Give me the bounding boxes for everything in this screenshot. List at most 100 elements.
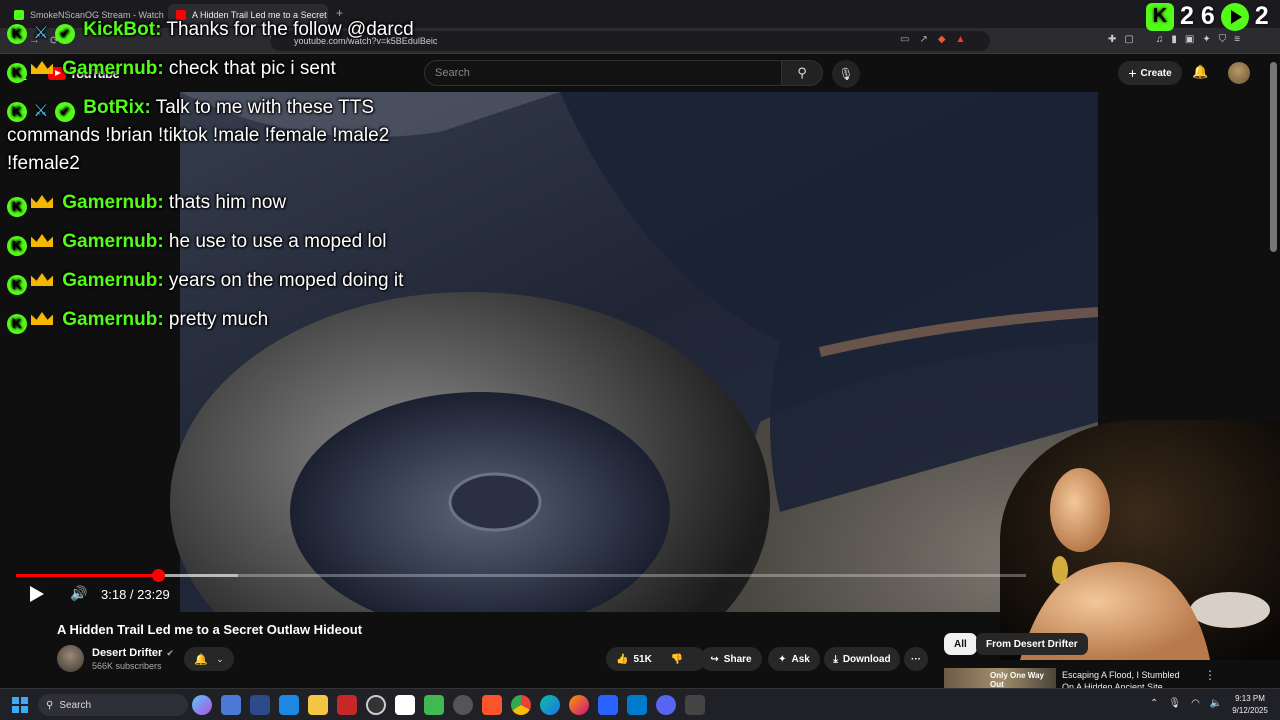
share-button[interactable]: ↪ Share (700, 647, 762, 671)
chat-username[interactable]: Gamernub (62, 270, 157, 291)
brave-icon[interactable] (482, 695, 502, 715)
crown-badge-icon (30, 57, 54, 77)
volume-icon[interactable]: 🔊 (70, 585, 87, 602)
cast-icon[interactable]: ▭ (900, 34, 909, 45)
search-icon: ⚲ (797, 65, 807, 80)
follower-counter: 2 6 (1180, 2, 1215, 30)
wallet-icon[interactable]: ▣ (1185, 34, 1194, 45)
chip-from-channel[interactable]: From Desert Drifter (976, 633, 1088, 655)
channel-name[interactable]: Desert Drifter ✔ (92, 647, 174, 659)
seek-bar[interactable] (16, 569, 1026, 582)
plus-icon: + (1128, 65, 1137, 81)
leo-icon[interactable]: ✦ (1202, 34, 1210, 45)
search-button[interactable]: ⚲ (781, 60, 823, 86)
brave-shield-icon[interactable]: ◆ (938, 34, 946, 45)
speedometer-icon[interactable] (366, 695, 386, 715)
wifi-icon[interactable]: ◠ (1191, 698, 1200, 709)
window-icon[interactable]: ▢ (1124, 34, 1133, 45)
account-avatar[interactable] (1228, 62, 1250, 84)
subscriber-count: 566K subscribers (92, 661, 162, 671)
like-button[interactable]: 👍 51K (616, 654, 652, 665)
chat-username[interactable]: Gamernub (62, 309, 157, 330)
capcut-icon[interactable] (395, 695, 415, 715)
dislike-button[interactable]: 👎 (671, 654, 683, 665)
time-display: 3:18 / 23:29 (101, 587, 170, 602)
chat-message: K Gamernub: check that pic i sent (7, 55, 427, 83)
video-title: A Hidden Trail Led me to a Secret Outlaw… (57, 622, 363, 637)
address-actions: ▭ ↗ ◆ ▲ (900, 34, 965, 45)
firefox-icon[interactable] (569, 695, 589, 715)
edge-icon[interactable] (540, 695, 560, 715)
chatgpt-icon[interactable] (685, 695, 705, 715)
taskbar-clock[interactable]: 9:13 PM 9/12/2025 (1226, 693, 1274, 717)
sidebar-icon[interactable]: ▮ (1171, 34, 1177, 45)
subscription-bell-button[interactable]: 🔔 ⌄ (184, 647, 234, 671)
channel-name-text: Desert Drifter (92, 647, 163, 659)
kick-logo-icon: K (1146, 2, 1174, 31)
page-scrollbar[interactable] (1270, 62, 1277, 252)
copilot-icon[interactable] (192, 695, 212, 715)
download-icon: ⤓ (833, 653, 838, 665)
chat-overlay: K ⚔ ✔ KickBot: Thanks for the follow @darc… (7, 16, 427, 334)
kick-badge-icon: K (7, 24, 27, 44)
music-icon[interactable]: ♫ (1156, 34, 1164, 45)
share-label: Share (723, 653, 752, 665)
meeting-icon[interactable] (598, 695, 618, 715)
extension-icons: ✚ ▢ ♫ ▮ ▣ ✦ ⛉ ≡ (1108, 34, 1240, 45)
search-input[interactable]: Search (424, 60, 782, 86)
taskbar-search-label: Search (59, 699, 92, 711)
kick-badge-icon: K (7, 236, 27, 256)
remote-icon[interactable] (279, 695, 299, 715)
download-button[interactable]: ⤓ Download (824, 647, 900, 671)
chat-message: K Gamernub: he use to use a moped lol (7, 228, 427, 256)
settings-gear-icon[interactable] (453, 695, 473, 715)
windows-taskbar: ⚲ Search ⌃ 🎙 ◠ 🔈 9:13 PM 9/12/2025 (0, 688, 1280, 720)
notifications-bell-icon[interactable]: 🔔 (1192, 64, 1208, 80)
create-button[interactable]: + Create (1118, 61, 1182, 85)
network-tool-icon[interactable] (221, 695, 241, 715)
discord-icon[interactable] (656, 695, 676, 715)
vpn-icon[interactable]: ⛉ (1219, 34, 1227, 45)
kick-badge-icon: K (7, 275, 27, 295)
share-page-icon[interactable]: ↗ (919, 34, 927, 45)
game-icon[interactable] (250, 695, 270, 715)
kick-badge-icon: K (7, 102, 27, 122)
chat-text: check that pic i sent (168, 58, 336, 79)
play-button[interactable] (30, 586, 44, 602)
mic-tray-icon[interactable]: 🎙 (1168, 698, 1181, 709)
chat-text: pretty much (168, 309, 269, 330)
kick-badge-icon: K (7, 197, 27, 217)
channel-avatar[interactable] (57, 645, 84, 672)
menu-icon[interactable]: ≡ (1234, 34, 1240, 45)
speaker-icon[interactable]: 🔈 (1210, 698, 1222, 709)
puzzle-icon[interactable]: ✚ (1108, 34, 1116, 45)
chat-message: K ⚔ ✔ KickBot: Thanks for the follow @darc… (7, 16, 427, 44)
more-actions-button[interactable]: ··· (904, 647, 928, 671)
chip-all[interactable]: All (944, 633, 977, 655)
windows-start-icon[interactable] (12, 697, 28, 713)
chrome-icon[interactable] (511, 695, 531, 715)
webcam-overlay (1000, 420, 1280, 660)
crown-badge-icon (30, 308, 54, 328)
chat-username[interactable]: Gamernub (62, 192, 157, 213)
thumbnail-text: Only One Way Out (990, 671, 1044, 688)
chat-username[interactable]: Gamernub (62, 58, 157, 79)
brave-rewards-icon[interactable]: ▲ (956, 34, 966, 45)
share-icon: ↪ (710, 653, 719, 665)
recommendation-thumbnail[interactable]: Only One Way Out (944, 668, 1056, 688)
folder-icon[interactable] (308, 695, 328, 715)
download-label: Download (842, 653, 891, 665)
vscode-icon[interactable] (627, 695, 647, 715)
ask-button[interactable]: ✦ Ask (768, 647, 820, 671)
chat-username[interactable]: Gamernub (62, 231, 157, 252)
shield-app-icon[interactable] (424, 695, 444, 715)
media-app-icon[interactable] (337, 695, 357, 715)
taskbar-search[interactable]: ⚲ Search (38, 694, 188, 716)
chat-username[interactable]: BotRix (83, 97, 144, 118)
chat-username[interactable]: KickBot (83, 19, 155, 40)
chevron-up-icon[interactable]: ⌃ (1150, 698, 1158, 709)
seek-handle[interactable] (151, 569, 165, 582)
voice-search-button[interactable]: 🎙 (832, 60, 860, 88)
more-vertical-icon[interactable]: ⋮ (1204, 668, 1216, 682)
webcam-streamer-image (1000, 420, 1280, 660)
